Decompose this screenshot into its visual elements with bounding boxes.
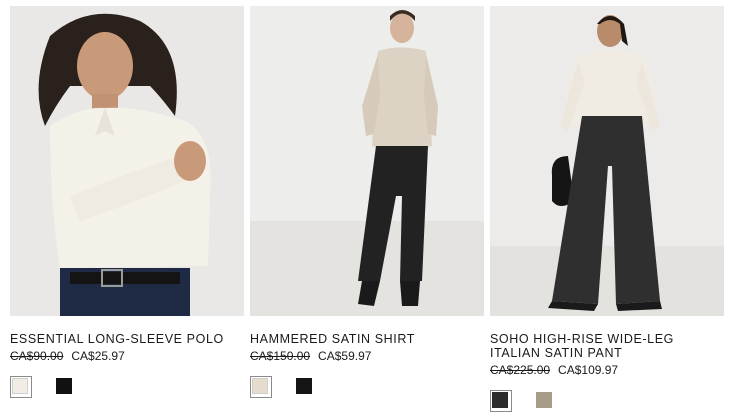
product-name[interactable]: HAMMERED SATIN SHIRT: [250, 332, 484, 346]
original-price: CA$90.00: [10, 349, 64, 363]
product-name[interactable]: ESSENTIAL LONG-SLEEVE POLO: [10, 332, 244, 346]
product-card[interactable]: ESSENTIAL LONG-SLEEVE POLO CA$90.00 CA$25…: [10, 6, 244, 398]
swatch-black[interactable]: [54, 376, 76, 398]
swatch-charcoal[interactable]: [490, 390, 512, 412]
product-name-line-1: SOHO HIGH-RISE WIDE-LEG: [490, 332, 674, 346]
product-name[interactable]: SOHO HIGH-RISE WIDE-LEG ITALIAN SATIN PA…: [490, 332, 724, 360]
swatch-black[interactable]: [294, 376, 316, 398]
product-card[interactable]: HAMMERED SATIN SHIRT CA$150.00 CA$59.97: [250, 6, 484, 398]
swatch-champagne[interactable]: [250, 376, 272, 398]
color-swatches: [490, 390, 724, 412]
price-row: CA$225.00 CA$109.97: [490, 362, 724, 378]
swatch-taupe[interactable]: [534, 390, 556, 412]
sale-price: CA$25.97: [71, 349, 125, 363]
price-row: CA$90.00 CA$25.97: [10, 348, 244, 364]
sale-price: CA$109.97: [558, 363, 619, 377]
product-name-line-2: ITALIAN SATIN PANT: [490, 346, 623, 360]
product-card[interactable]: SOHO HIGH-RISE WIDE-LEG ITALIAN SATIN PA…: [490, 6, 724, 412]
price-row: CA$150.00 CA$59.97: [250, 348, 484, 364]
original-price: CA$150.00: [250, 349, 311, 363]
product-image[interactable]: [250, 6, 484, 316]
product-image[interactable]: [490, 6, 724, 316]
swatch-ivory[interactable]: [10, 376, 32, 398]
color-swatches: [10, 376, 244, 398]
sale-price: CA$59.97: [318, 349, 372, 363]
product-image[interactable]: [10, 6, 244, 316]
color-swatches: [250, 376, 484, 398]
original-price: CA$225.00: [490, 363, 551, 377]
